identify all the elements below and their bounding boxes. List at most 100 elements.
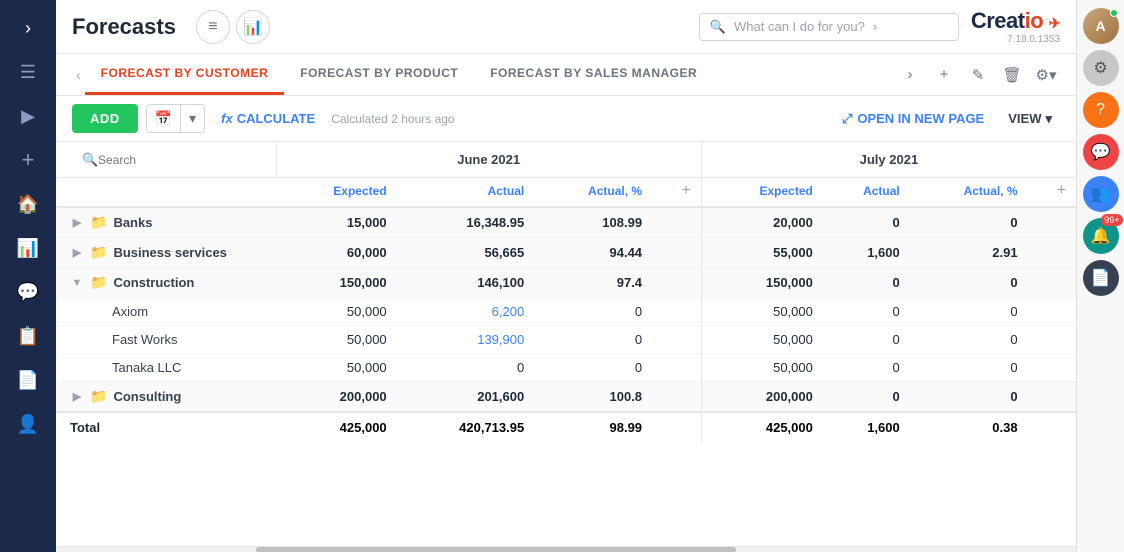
calculate-button[interactable]: fx CALCULATE [213, 106, 323, 131]
nav-home[interactable]: 🏠 [8, 184, 48, 224]
jun-actual-cell: 146,100 [393, 268, 531, 298]
expand-icon[interactable]: ▼ [70, 277, 84, 289]
horizontal-scrollbar[interactable] [56, 546, 1076, 552]
search-icon: 🔍 [710, 19, 726, 35]
header: Forecasts ≡ 📊 🔍 What can I do for you? ›… [56, 0, 1076, 54]
jun-actual-pct-col: Actual, % [530, 178, 648, 208]
child-jul-actual-pct: 0 [906, 326, 1024, 354]
group-row-banks: ▶ 📁 Banks 15,000 16,348.95 108.99 20,000… [56, 207, 1076, 238]
nav-add[interactable]: + [8, 140, 48, 180]
expand-icon[interactable]: ▶ [70, 246, 84, 259]
jul-actual-cell: 0 [819, 268, 906, 298]
jul-actual-pct-col: Actual, % [906, 178, 1024, 208]
group-name: Business services [113, 245, 226, 260]
user-avatar[interactable]: A [1083, 8, 1119, 44]
child-name: Axiom [112, 304, 148, 319]
child-jul-actual: 0 [819, 326, 906, 354]
child-name: Fast Works [112, 332, 178, 347]
add-tab-button[interactable]: + [930, 61, 958, 89]
calculated-time: Calculated 2 hours ago [331, 112, 454, 126]
jul-actual-pct-cell: 2.91 [906, 238, 1024, 268]
jul-actual-cell: 1,600 [819, 238, 906, 268]
view-label: VIEW [1008, 111, 1041, 126]
jul-add-col[interactable]: + [1024, 178, 1076, 208]
jun-expected-cell: 60,000 [276, 238, 393, 268]
sub-row: Tanaka LLC 50,000 0 0 50,000 0 0 [56, 354, 1076, 382]
child-jul-expected: 50,000 [701, 298, 819, 326]
nav-play[interactable]: ▶ [8, 96, 48, 136]
june-add-column-button[interactable]: + [677, 182, 694, 200]
chart-view-button[interactable]: 📊 [236, 10, 270, 44]
jun-actual-pct-cell: 108.99 [530, 207, 648, 238]
team-chat-button[interactable]: 👥 [1083, 176, 1119, 212]
child-jul-expected: 50,000 [701, 354, 819, 382]
jun-actual-cell: 56,665 [393, 238, 531, 268]
notifications-badge: 99+ [1101, 214, 1122, 226]
tabs-prev-button[interactable]: ‹ [72, 55, 85, 95]
expand-icon[interactable]: ▶ [70, 216, 84, 229]
add-button[interactable]: ADD [72, 104, 138, 133]
calendar-button-group: 📅 ▾ [146, 104, 205, 133]
nav-menu[interactable]: ☰ [8, 52, 48, 92]
delete-tab-button[interactable]: 🗑 [998, 61, 1026, 89]
nav-user[interactable]: 👤 [8, 404, 48, 444]
nav-doc[interactable]: 📄 [8, 360, 48, 400]
open-in-new-page-button[interactable]: ⤢ OPEN IN NEW PAGE [834, 106, 992, 132]
tabs-nav-right-button[interactable]: › [896, 61, 924, 89]
calendar-dropdown-button[interactable]: ▾ [181, 105, 204, 132]
child-jul-actual-pct: 0 [906, 354, 1024, 382]
settings-tab-button[interactable]: ⚙▾ [1032, 61, 1060, 89]
list-view-button[interactable]: ≡ [196, 10, 230, 44]
child-jun-expected: 50,000 [276, 354, 393, 382]
tab-forecast-by-customer[interactable]: FORECAST BY CUSTOMER [85, 54, 285, 95]
total-jun-actual: 420,713.95 [393, 412, 531, 442]
documents-button[interactable]: 📄 [1083, 260, 1119, 296]
jun-actual-cell: 201,600 [393, 382, 531, 413]
group-name: Banks [113, 215, 152, 230]
jul-expected-cell: 200,000 [701, 382, 819, 413]
jul-expected-col: Expected [701, 178, 819, 208]
chat-active-button[interactable]: 💬 [1083, 134, 1119, 170]
june-month-header: June 2021 [276, 142, 701, 178]
scrollbar-thumb[interactable] [256, 547, 736, 552]
toolbar: ADD 📅 ▾ fx CALCULATE Calculated 2 hours … [56, 96, 1076, 142]
settings-button[interactable]: ⚙ [1083, 50, 1119, 86]
logo: Creatio ✈ 7.18.0.1353 [971, 8, 1060, 45]
search-placeholder-text: What can I do for you? [734, 19, 865, 34]
group-row-consulting: ▶ 📁 Consulting 200,000 201,600 100.8 200… [56, 382, 1076, 413]
tab-forecast-by-sales-manager[interactable]: FORECAST BY SALES MANAGER [474, 54, 713, 95]
jun-expected-cell: 200,000 [276, 382, 393, 413]
tabs-actions: › + ✎ 🗑 ⚙▾ [896, 61, 1060, 89]
global-search-bar[interactable]: 🔍 What can I do for you? › [699, 13, 959, 41]
july-add-column-button[interactable]: + [1053, 182, 1070, 200]
folder-icon: 📁 [90, 274, 107, 291]
view-button[interactable]: VIEW ▾ [1000, 106, 1060, 132]
left-navigation: › ☰ ▶ + 🏠 📊 💬 📋 📄 👤 [0, 0, 56, 552]
name-col-header: 🔍 [56, 142, 276, 178]
jul-expected-cell: 20,000 [701, 207, 819, 238]
table-search-input[interactable] [80, 153, 264, 167]
calendar-icon-button[interactable]: 📅 [147, 105, 181, 132]
jul-expected-cell: 55,000 [701, 238, 819, 268]
notifications-button[interactable]: 🔔 99+ [1083, 218, 1119, 254]
jul-actual-cell: 0 [819, 207, 906, 238]
edit-tab-button[interactable]: ✎ [964, 61, 992, 89]
child-name: Tanaka LLC [112, 360, 181, 375]
expand-icon[interactable]: ▶ [70, 390, 84, 403]
logo-text: Creatio ✈ [971, 8, 1060, 34]
calculate-label: CALCULATE [237, 111, 315, 126]
help-button[interactable]: ? [1083, 92, 1119, 128]
nav-charts[interactable]: 📊 [8, 228, 48, 268]
right-sidebar: A ⚙ ? 💬 👥 🔔 99+ 📄 [1076, 0, 1124, 552]
nav-toggle[interactable]: › [8, 8, 48, 48]
open-new-icon: ⤢ [842, 111, 852, 127]
july-month-header: July 2021 [701, 142, 1076, 178]
view-toggle-buttons: ≡ 📊 [196, 10, 270, 44]
nav-chat[interactable]: 💬 [8, 272, 48, 312]
jun-actual-pct-cell: 97.4 [530, 268, 648, 298]
total-label: Total [70, 420, 100, 435]
tab-forecast-by-product[interactable]: FORECAST BY PRODUCT [284, 54, 474, 95]
nav-list[interactable]: 📋 [8, 316, 48, 356]
jun-expected-cell: 150,000 [276, 268, 393, 298]
jun-add-col[interactable]: + [648, 178, 701, 208]
